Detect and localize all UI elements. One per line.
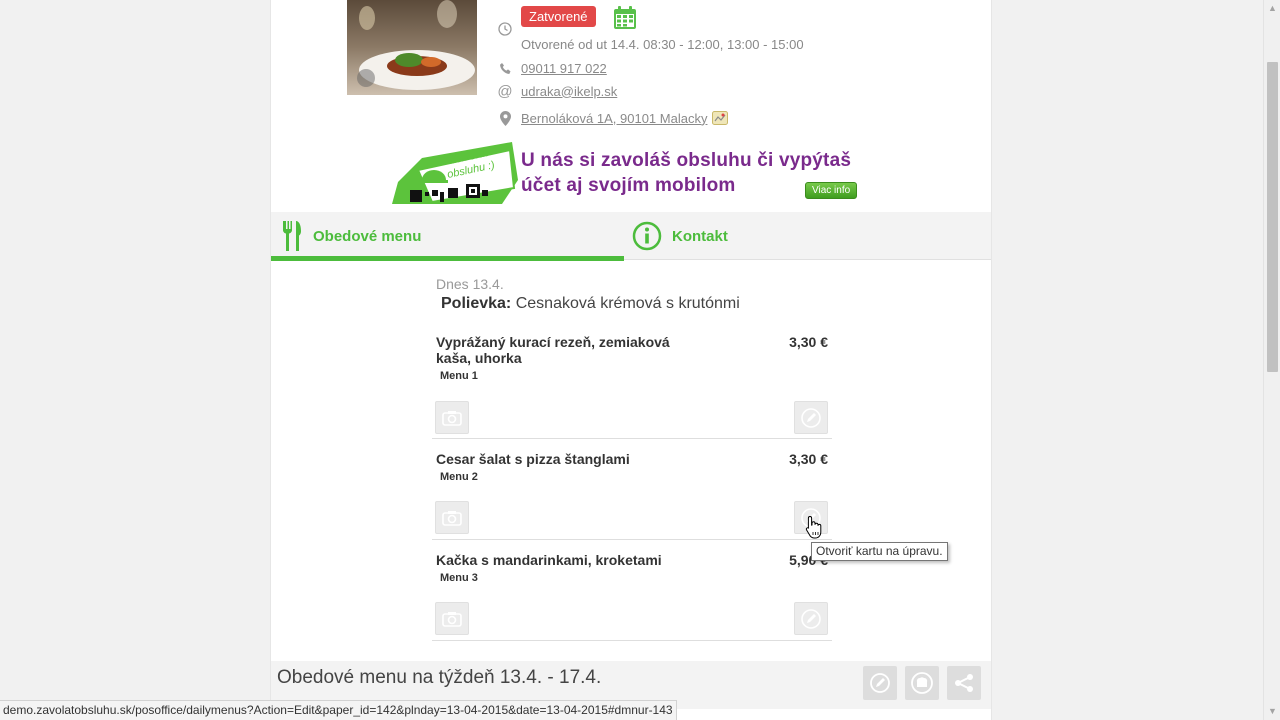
menu-date: Dnes 13.4. bbox=[436, 276, 504, 292]
hand-cursor-icon bbox=[805, 515, 823, 539]
item-menu-label: Menu 3 bbox=[440, 572, 478, 584]
tab-bar: Obedové menu Kontakt bbox=[271, 212, 991, 261]
email-row: @ udraka@ikelp.sk bbox=[497, 82, 617, 100]
item-price: 3,30 € bbox=[789, 334, 828, 350]
menu-item: Kačka s mandarinkami, kroketami 5,90 € M… bbox=[432, 552, 832, 641]
weekly-edit-button[interactable] bbox=[863, 666, 897, 700]
edit-icon bbox=[801, 608, 821, 629]
scroll-down-icon[interactable]: ▼ bbox=[1264, 703, 1280, 720]
banner-headline: U nás si zavoláš obsluhu či vypýtaš účet… bbox=[521, 148, 851, 198]
photo-button[interactable] bbox=[435, 602, 469, 635]
edit-tooltip: Otvoriť kartu na úpravu. bbox=[811, 542, 948, 561]
opening-hours: Otvorené od ut 14.4. 08:30 - 12:00, 13:0… bbox=[521, 37, 804, 52]
soup-line: Polievka: Cesnaková krémová s krutónmi bbox=[441, 295, 832, 313]
daily-menu: Dnes 13.4. Polievka: Cesnaková krémová s… bbox=[432, 276, 832, 313]
restaurant-photo bbox=[347, 0, 477, 95]
camera-icon bbox=[442, 410, 462, 426]
vertical-scrollbar[interactable]: ▲ ▼ bbox=[1263, 0, 1280, 720]
menu-item: Vyprážaný kurací rezeň, zemiaková kaša, … bbox=[432, 334, 832, 439]
soup-value: Cesnaková krémová s krutónmi bbox=[515, 295, 740, 312]
menu-item: Cesar šalat s pizza štanglami 3,30 € Men… bbox=[432, 451, 832, 540]
weekly-menu-title: Obedové menu na týždeň 13.4. - 17.4. bbox=[277, 667, 602, 688]
banner-headline-line1: U nás si zavoláš obsluhu či vypýtaš bbox=[521, 150, 852, 171]
tab-contact[interactable]: Kontakt bbox=[632, 212, 991, 260]
more-info-button[interactable]: Viac info bbox=[805, 182, 858, 199]
item-price: 3,30 € bbox=[789, 451, 828, 467]
photo-button[interactable] bbox=[435, 401, 469, 434]
edit-icon bbox=[801, 407, 821, 428]
address-link[interactable]: Bernoláková 1A, 90101 Malacky bbox=[521, 111, 707, 126]
phone-row: 09011 917 022 bbox=[497, 60, 607, 76]
address-row: Bernoláková 1A, 90101 Malacky bbox=[497, 110, 729, 126]
clock-icon bbox=[497, 21, 513, 37]
item-menu-label: Menu 1 bbox=[440, 370, 478, 382]
item-menu-label: Menu 2 bbox=[440, 471, 478, 483]
email-link[interactable]: udraka@ikelp.sk bbox=[521, 84, 617, 99]
map-pin-icon bbox=[497, 110, 513, 126]
item-name: Kačka s mandarinkami, kroketami bbox=[436, 552, 662, 568]
phone-link[interactable]: 09011 917 022 bbox=[521, 61, 607, 76]
photo-button[interactable] bbox=[435, 501, 469, 534]
chef-icon bbox=[911, 672, 933, 694]
info-icon bbox=[632, 221, 662, 251]
fork-knife-icon bbox=[281, 221, 303, 251]
scroll-thumb[interactable] bbox=[1267, 62, 1278, 372]
edit-button[interactable] bbox=[794, 602, 828, 635]
opening-hours-text: Otvorené od ut 14.4. 08:30 - 12:00, 13:0… bbox=[521, 37, 804, 52]
weekly-share-button[interactable] bbox=[947, 666, 981, 700]
edit-button[interactable] bbox=[794, 401, 828, 434]
weekly-chef-button[interactable] bbox=[905, 666, 939, 700]
at-icon: @ bbox=[497, 82, 513, 100]
scroll-up-icon[interactable]: ▲ bbox=[1264, 0, 1280, 17]
status-bar-url: demo.zavolatobsluhu.sk/posoffice/dailyme… bbox=[0, 700, 677, 720]
promo-banner[interactable]: Zavolať obsluhu :) U nás si zavoláš obsl… bbox=[392, 140, 872, 204]
camera-icon bbox=[442, 510, 462, 526]
banner-headline-line2: účet aj svojím mobilom bbox=[521, 175, 736, 196]
item-name: Cesar šalat s pizza štanglami bbox=[436, 451, 630, 467]
item-name: Vyprážaný kurací rezeň, zemiaková kaša, … bbox=[436, 334, 670, 366]
tab-lunch-menu[interactable]: Obedové menu bbox=[271, 212, 624, 261]
soup-label: Polievka: bbox=[441, 295, 512, 312]
edit-icon bbox=[870, 673, 890, 693]
calendar-icon[interactable] bbox=[613, 6, 637, 35]
share-icon bbox=[955, 674, 973, 692]
opening-hours-row bbox=[497, 21, 521, 37]
tab-contact-label: Kontakt bbox=[672, 227, 728, 245]
phone-icon bbox=[497, 60, 513, 76]
camera-icon bbox=[442, 611, 462, 627]
map-icon[interactable] bbox=[712, 111, 729, 125]
tab-lunch-menu-label: Obedové menu bbox=[313, 227, 422, 245]
status-badge: Zatvorené bbox=[521, 6, 596, 27]
